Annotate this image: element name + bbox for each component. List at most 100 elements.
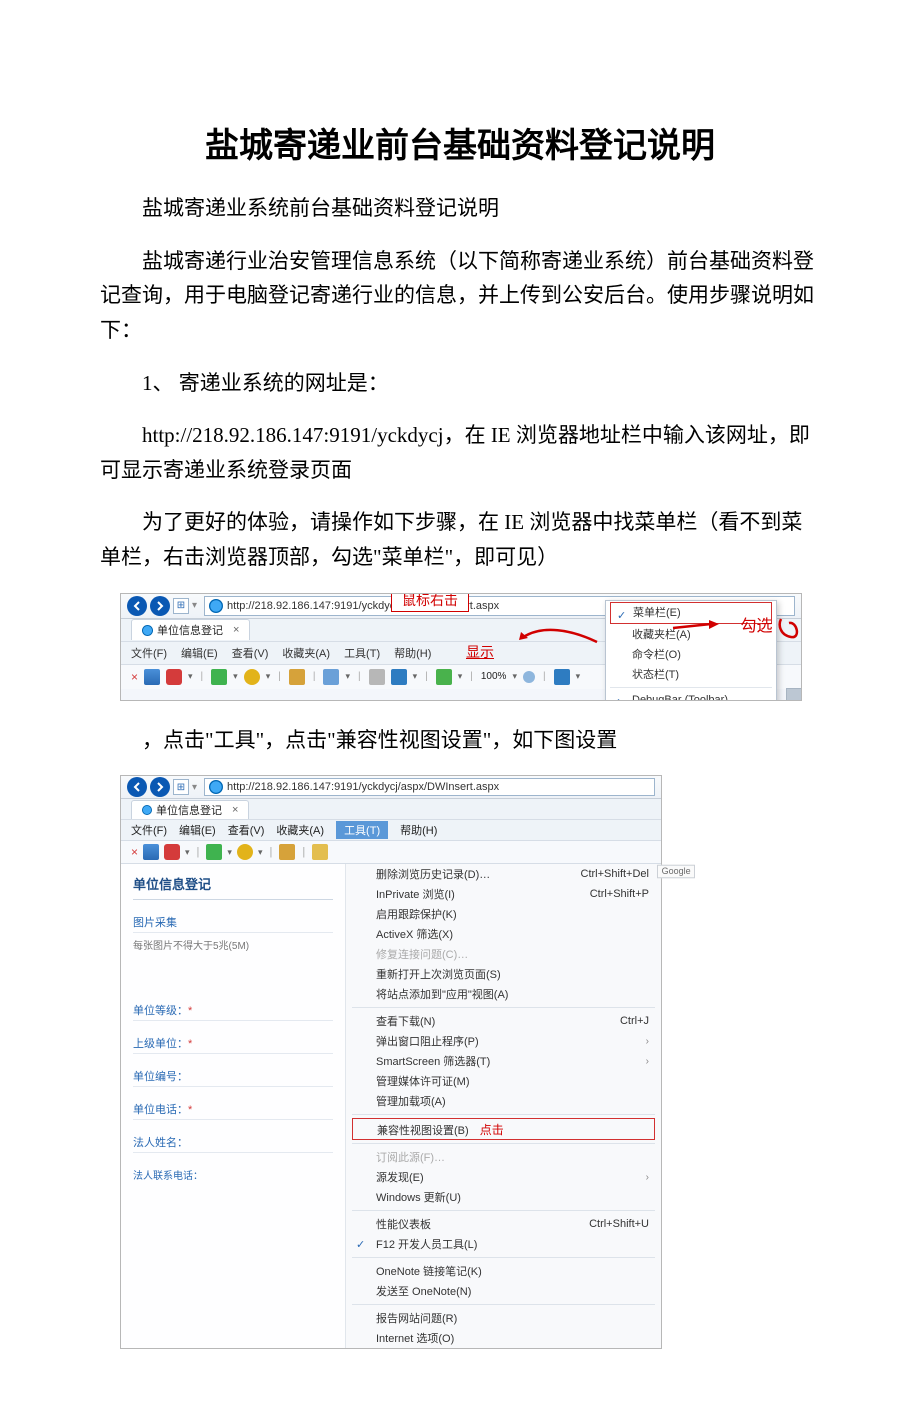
mi-fixconn: 修复连接问题(C)… (346, 944, 661, 964)
mi-addsite[interactable]: 将站点添加到"应用"视图(A) (346, 984, 661, 1004)
tab-title: 单位信息登记 (157, 622, 223, 638)
back-button[interactable] (127, 596, 147, 616)
para-intro2: 盐城寄递行业治安管理信息系统（以下简称寄递业系统）前台基础资料登记查询，用于电脑… (100, 244, 820, 348)
scroll-corner-icon (786, 688, 801, 701)
label-num: 单位编号： (133, 1068, 333, 1087)
browser-tab[interactable]: 单位信息登记 × (131, 619, 250, 640)
menu-favorites[interactable]: 收藏夹(A) (276, 822, 324, 838)
expand-icon[interactable]: ⊞ (173, 598, 189, 614)
forward-button[interactable] (150, 596, 170, 616)
mi-tracking[interactable]: 启用跟踪保护(K) (346, 904, 661, 924)
mi-smartscreen[interactable]: SmartScreen 筛选器(T)› (346, 1051, 661, 1071)
mi-inetopt[interactable]: Internet 选项(O) (346, 1328, 661, 1348)
mi-downloads[interactable]: 查看下载(N) Ctrl+J (346, 1011, 661, 1031)
ie-icon (142, 805, 152, 815)
toolbar-icon[interactable] (554, 669, 570, 685)
menu-tools[interactable]: 工具(T) (344, 645, 380, 661)
label-legal-tel: 法人联系电话： (133, 1167, 333, 1184)
toolbar-icon[interactable] (279, 844, 295, 860)
dropdown-icon[interactable]: ▾ (512, 671, 517, 682)
close-tab-icon[interactable]: × (232, 804, 238, 816)
dropdown-icon[interactable]: ▾ (413, 671, 418, 682)
close-tab-icon[interactable]: × (233, 624, 239, 636)
mi-mediacert[interactable]: 管理媒体许可证(M) (346, 1071, 661, 1091)
expand-icon[interactable]: ⊞ (173, 779, 189, 795)
ctx-cmdbar[interactable]: 命令栏(O) (606, 645, 776, 665)
separator: | (468, 671, 475, 682)
address-bar[interactable]: http://218.92.186.147:9191/yckdycj/aspx/… (204, 778, 655, 796)
dropdown-icon[interactable]: ▾ (258, 847, 263, 858)
mi-compat[interactable]: 兼容性视图设置(B) 点击 (352, 1118, 655, 1140)
toolbar-icon[interactable] (206, 844, 222, 860)
ctx-debugbar[interactable]: ✓ DebugBar (Toolbar) (606, 690, 776, 701)
dropdown-icon[interactable]: ▾ (345, 671, 350, 682)
toolbar-icon[interactable] (166, 669, 182, 685)
ctx-statusbar[interactable]: 状态栏(T) (606, 665, 776, 685)
label-legal: 法人姓名： (133, 1134, 333, 1153)
mi-f12[interactable]: ✓ F12 开发人员工具(L) (346, 1234, 661, 1254)
ctx-debugbar-label: DebugBar (Toolbar) (632, 694, 728, 701)
separator (352, 1143, 655, 1144)
dropdown-icon[interactable]: ▾ (233, 671, 238, 682)
dropdown-icon[interactable]: ▾ (458, 671, 463, 682)
separator: | (311, 671, 318, 682)
mi-feedsub: 订阅此源(F)… (346, 1147, 661, 1167)
dropdown-icon[interactable]: ▾ (192, 782, 197, 793)
toolbar-icon[interactable] (312, 844, 328, 860)
annotation-arrow-icon (671, 618, 721, 634)
toolbar-icon[interactable] (143, 844, 159, 860)
label-pic-note: 每张图片不得大于5兆(5M) (133, 941, 249, 952)
menu-view[interactable]: 查看(V) (228, 822, 265, 838)
dropdown-icon[interactable]: ▾ (266, 671, 271, 682)
mi-popup[interactable]: 弹出窗口阻止程序(P)› (346, 1031, 661, 1051)
mi-reopen[interactable]: 重新打开上次浏览页面(S) (346, 964, 661, 984)
toolbar-icon[interactable] (211, 669, 227, 685)
mi-onenote-send[interactable]: 发送至 OneNote(N) (346, 1281, 661, 1301)
toolbar-icon[interactable] (436, 669, 452, 685)
toolbar-icon[interactable] (144, 669, 160, 685)
toolbar-icon[interactable] (523, 671, 535, 683)
para-intro1: 盐城寄递业系统前台基础资料登记说明 (100, 191, 820, 226)
menu-file[interactable]: 文件(F) (131, 822, 167, 838)
separator: | (356, 671, 363, 682)
menu-tools[interactable]: 工具(T) (336, 821, 388, 839)
screenshot-2: ⊞ ▾ http://218.92.186.147:9191/yckdycj/a… (120, 775, 820, 1349)
dropdown-icon[interactable]: ▾ (185, 847, 190, 858)
dropdown-icon[interactable]: ▾ (576, 671, 581, 682)
toolbar-icon[interactable] (323, 669, 339, 685)
toolbar-icon[interactable] (164, 844, 180, 860)
toolbar-icon[interactable] (237, 844, 253, 860)
menu-favorites[interactable]: 收藏夹(A) (282, 645, 330, 661)
menu-help[interactable]: 帮助(H) (394, 645, 431, 661)
menu-file[interactable]: 文件(F) (131, 645, 167, 661)
annotation-show: 显示 (466, 642, 494, 662)
address-url: http://218.92.186.147:9191/yckdycj/aspx/… (227, 781, 499, 793)
menu-edit[interactable]: 编辑(E) (179, 822, 216, 838)
mi-addons[interactable]: 管理加载项(A) (346, 1091, 661, 1111)
menu-edit[interactable]: 编辑(E) (181, 645, 218, 661)
toolbar-icon[interactable] (391, 669, 407, 685)
dropdown-icon[interactable]: ▾ (192, 600, 197, 611)
mi-onenote-link[interactable]: OneNote 链接笔记(K) (346, 1261, 661, 1281)
mi-perf[interactable]: 性能仪表板 Ctrl+Shift+U (346, 1214, 661, 1234)
mi-winupd[interactable]: Windows 更新(U) (346, 1187, 661, 1207)
close-icon[interactable]: × (131, 845, 138, 859)
menu-help[interactable]: 帮助(H) (400, 822, 437, 838)
close-icon[interactable]: × (131, 670, 138, 684)
mi-feedfind[interactable]: 源发现(E)› (346, 1167, 661, 1187)
label-level: 单位等级：* (133, 1002, 333, 1021)
dropdown-icon[interactable]: ▾ (188, 671, 193, 682)
mi-inprivate[interactable]: InPrivate 浏览(I) Ctrl+Shift+P (346, 884, 661, 904)
forward-button[interactable] (150, 777, 170, 797)
toolbar-icon[interactable] (289, 669, 305, 685)
toolbar-icon[interactable] (244, 669, 260, 685)
mi-activex[interactable]: ActiveX 筛选(X) (346, 924, 661, 944)
para-after-shot1: ，点击"工具"，点击"兼容性视图设置"，如下图设置 (100, 723, 820, 758)
back-button[interactable] (127, 777, 147, 797)
menu-view[interactable]: 查看(V) (232, 645, 269, 661)
mi-del-history[interactable]: 删除浏览历史记录(D)… Ctrl+Shift+Del (346, 864, 661, 884)
dropdown-icon[interactable]: ▾ (227, 847, 232, 858)
toolbar-icon[interactable] (369, 669, 385, 685)
mi-report[interactable]: 报告网站问题(R) (346, 1308, 661, 1328)
browser-tab[interactable]: 单位信息登记 × (131, 800, 249, 819)
